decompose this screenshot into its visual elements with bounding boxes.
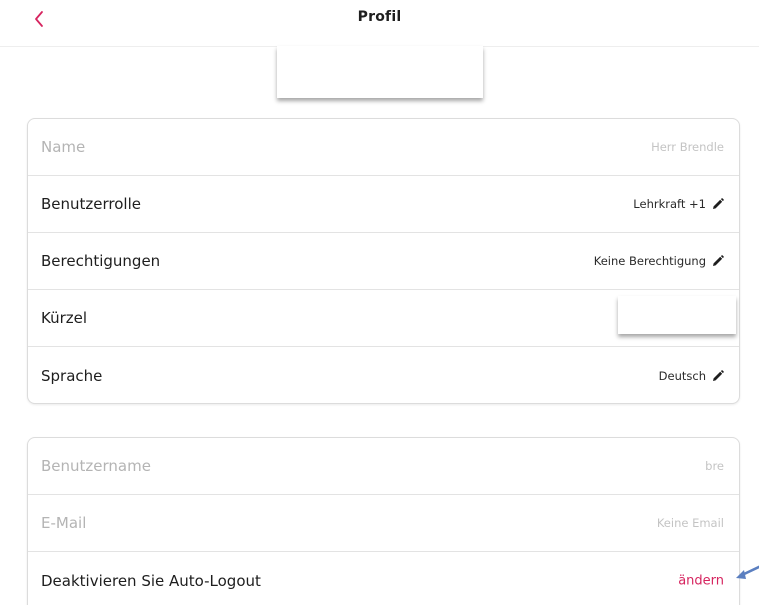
benutzername-value: bre bbox=[705, 459, 724, 473]
pointer-arrow-icon bbox=[736, 565, 759, 579]
page-title: Profil bbox=[357, 9, 402, 25]
pencil-icon[interactable] bbox=[712, 369, 724, 382]
profile-card: Name Herr Brendle Benutzerrolle Lehrkraf… bbox=[27, 118, 740, 404]
email-label: E-Mail bbox=[41, 514, 87, 532]
row-email: E-Mail Keine Email bbox=[28, 495, 739, 552]
account-card: Benutzername bre E-Mail Keine Email Deak… bbox=[27, 437, 740, 605]
kuerzel-input[interactable] bbox=[618, 296, 736, 334]
benutzerrolle-value-group[interactable]: Lehrkraft +1 bbox=[633, 197, 724, 211]
berechtigungen-label: Berechtigungen bbox=[41, 252, 161, 270]
berechtigungen-value: Keine Berechtigung bbox=[593, 254, 706, 268]
auto-logout-label: Deaktivieren Sie Auto-Logout bbox=[41, 571, 261, 590]
email-value: Keine Email bbox=[656, 516, 724, 530]
auto-logout-change-link[interactable]: ändern bbox=[678, 573, 724, 588]
benutzerrolle-value: Lehrkraft +1 bbox=[633, 197, 706, 211]
name-label: Name bbox=[41, 138, 86, 156]
row-berechtigungen[interactable]: Berechtigungen Keine Berechtigung bbox=[28, 233, 739, 290]
row-name: Name Herr Brendle bbox=[28, 119, 739, 176]
row-benutzername: Benutzername bre bbox=[28, 438, 739, 495]
benutzerrolle-label: Benutzerrolle bbox=[41, 195, 141, 213]
pencil-icon[interactable] bbox=[712, 255, 724, 267]
row-auto-logout: Deaktivieren Sie Auto-Logout ändern bbox=[28, 552, 739, 605]
pencil-icon[interactable] bbox=[712, 198, 724, 210]
berechtigungen-value-group[interactable]: Keine Berechtigung bbox=[594, 254, 724, 268]
row-sprache[interactable]: Sprache Deutsch bbox=[28, 347, 739, 404]
name-value: Herr Brendle bbox=[651, 140, 724, 154]
benutzername-label: Benutzername bbox=[41, 457, 151, 475]
avatar-image[interactable] bbox=[277, 46, 483, 98]
row-benutzerrolle[interactable]: Benutzerrolle Lehrkraft +1 bbox=[28, 176, 739, 233]
row-kuerzel: Kürzel bbox=[28, 290, 739, 347]
sprache-value: Deutsch bbox=[658, 368, 706, 383]
kuerzel-label: Kürzel bbox=[41, 309, 88, 327]
profile-page: Profil Name Herr Brendle Benutzerrolle L… bbox=[0, 0, 759, 605]
header-bar: Profil bbox=[0, 0, 759, 47]
sprache-label: Sprache bbox=[41, 366, 103, 385]
sprache-value-group[interactable]: Deutsch bbox=[659, 369, 724, 383]
